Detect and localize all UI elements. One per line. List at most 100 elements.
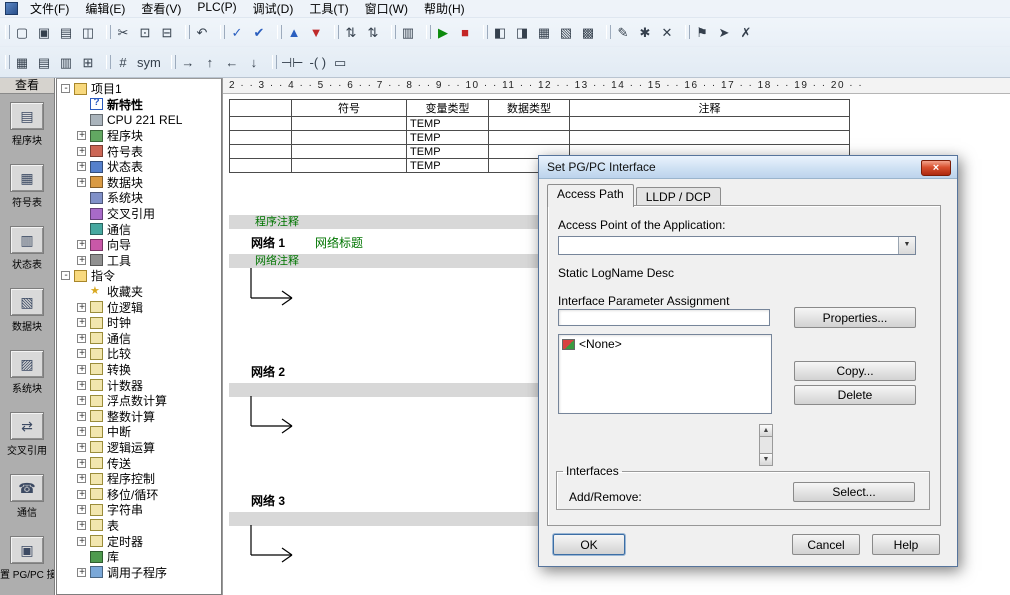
cell-symbol[interactable] bbox=[292, 159, 407, 173]
tree-item-project[interactable]: 项目1 bbox=[57, 81, 221, 97]
expand-icon[interactable] bbox=[77, 162, 86, 171]
bookmark-toggle[interactable]: ⚑ bbox=[691, 21, 713, 43]
expand-icon[interactable] bbox=[77, 427, 86, 436]
tree-item-wizards[interactable]: 向导 bbox=[57, 237, 221, 253]
cut[interactable]: ✂ bbox=[112, 21, 134, 43]
expand-icon[interactable] bbox=[77, 459, 86, 468]
bookmark-next[interactable]: ➤ bbox=[713, 21, 735, 43]
insert-box[interactable]: ▭ bbox=[329, 51, 351, 73]
tree-item-tools[interactable]: 工具 bbox=[57, 253, 221, 269]
line-up[interactable]: ↑ bbox=[199, 51, 221, 73]
expand-icon[interactable] bbox=[77, 412, 86, 421]
cell[interactable] bbox=[230, 117, 292, 131]
network-2-header[interactable]: 网络 2 bbox=[251, 363, 285, 380]
open-file[interactable]: ▣ bbox=[33, 21, 55, 43]
tree-item-status-chart[interactable]: 状态表 bbox=[57, 159, 221, 175]
toggle-symbol-info-table[interactable]: ▥ bbox=[55, 51, 77, 73]
compile[interactable]: ✓ bbox=[226, 21, 248, 43]
tree-item-convert[interactable]: 转换 bbox=[57, 362, 221, 378]
menu-item[interactable]: PLC(P) bbox=[189, 0, 244, 18]
nav-program-block[interactable]: ▤ 程序块 bbox=[0, 94, 54, 156]
write-values[interactable]: ✎ bbox=[612, 21, 634, 43]
expand-icon[interactable] bbox=[77, 505, 86, 514]
network-3-header[interactable]: 网络 3 bbox=[251, 492, 285, 509]
stop[interactable]: ■ bbox=[454, 21, 476, 43]
tree-item-communications-instr[interactable]: 通信 bbox=[57, 331, 221, 347]
expand-icon[interactable] bbox=[77, 334, 86, 343]
expand-icon[interactable] bbox=[77, 474, 86, 483]
nav-status-chart[interactable]: ▥ 状态表 bbox=[0, 218, 54, 280]
force-values[interactable]: ✱ bbox=[634, 21, 656, 43]
line-down[interactable]: ↓ bbox=[243, 51, 265, 73]
trend-display[interactable]: ▧ bbox=[555, 21, 577, 43]
run[interactable]: ▶ bbox=[432, 21, 454, 43]
copy-button[interactable]: Copy... bbox=[794, 361, 916, 381]
nav-symbol-table[interactable]: ▦ 符号表 bbox=[0, 156, 54, 218]
tree-item-move[interactable]: 传送 bbox=[57, 455, 221, 471]
insert-coil[interactable]: -( ) bbox=[307, 51, 330, 73]
chevron-down-icon[interactable] bbox=[898, 237, 915, 254]
tree-item-clock[interactable]: 时钟 bbox=[57, 315, 221, 331]
cancel-button[interactable]: Cancel bbox=[792, 534, 860, 555]
expand-icon[interactable] bbox=[77, 490, 86, 499]
delete-button[interactable]: Delete bbox=[794, 385, 916, 405]
list-scrollbar[interactable] bbox=[759, 424, 773, 466]
menu-item[interactable]: 编辑(E) bbox=[77, 0, 133, 18]
toggle-pou-comments[interactable]: ▦ bbox=[11, 51, 33, 73]
chart-status[interactable]: ▦ bbox=[533, 21, 555, 43]
expand-icon[interactable] bbox=[77, 381, 86, 390]
line-left[interactable]: ← bbox=[221, 51, 243, 73]
tree-item-system-block[interactable]: 系统块 bbox=[57, 190, 221, 206]
expand-icon[interactable] bbox=[77, 147, 86, 156]
toggle-addressing[interactable]: ⊞ bbox=[77, 51, 99, 73]
expand-icon[interactable] bbox=[77, 131, 86, 140]
undo[interactable]: ↶ bbox=[191, 21, 213, 43]
cell-comment[interactable] bbox=[570, 117, 850, 131]
tree-item-bit-logic[interactable]: 位逻辑 bbox=[57, 299, 221, 315]
cell-symbol[interactable] bbox=[292, 131, 407, 145]
expand-icon[interactable] bbox=[77, 256, 86, 265]
expand-icon[interactable] bbox=[77, 396, 86, 405]
tree-item-counters[interactable]: 计数器 bbox=[57, 377, 221, 393]
sort-ascending[interactable]: ⇅ bbox=[340, 21, 362, 43]
paste[interactable]: ⊟ bbox=[156, 21, 178, 43]
pause-chart[interactable]: ▩ bbox=[577, 21, 599, 43]
expand-icon[interactable] bbox=[77, 521, 86, 530]
cell-var-type[interactable]: TEMP bbox=[407, 131, 489, 145]
tree-item-communications[interactable]: 通信 bbox=[57, 221, 221, 237]
cell-symbol[interactable] bbox=[292, 117, 407, 131]
menu-item[interactable]: 调试(D) bbox=[245, 0, 302, 18]
network-2-rung-wire[interactable] bbox=[245, 396, 305, 436]
close-icon[interactable]: × bbox=[921, 160, 951, 176]
unforce-values[interactable]: ✕ bbox=[656, 21, 678, 43]
interface-assignment-input[interactable] bbox=[558, 309, 770, 326]
tree-item-symbol-table[interactable]: 符号表 bbox=[57, 143, 221, 159]
download[interactable]: ▼ bbox=[305, 21, 327, 43]
network-title[interactable]: 网络标题 bbox=[315, 236, 363, 250]
toggle-network-comments[interactable]: ▤ bbox=[33, 51, 55, 73]
properties-button[interactable]: Properties... bbox=[794, 307, 916, 328]
sort-descending[interactable]: ⇅ bbox=[362, 21, 384, 43]
tree-item-cpu[interactable]: CPU 221 REL bbox=[57, 112, 221, 128]
collapse-icon[interactable] bbox=[61, 84, 70, 93]
interface-list-item[interactable]: <None> bbox=[559, 335, 771, 353]
tree-item-favorites[interactable]: 收藏夹 bbox=[57, 284, 221, 300]
print-preview[interactable]: ◫ bbox=[77, 21, 99, 43]
ok-button[interactable]: OK bbox=[553, 534, 625, 555]
menu-item[interactable]: 工具(T) bbox=[301, 0, 356, 18]
tab-lldp-dcp[interactable]: LLDP / DCP bbox=[636, 187, 721, 207]
expand-icon[interactable] bbox=[77, 568, 86, 577]
expand-icon[interactable] bbox=[77, 303, 86, 312]
nav-set-pg-pc-interface[interactable]: ▣ 置 PG/PC 接口 bbox=[0, 528, 54, 590]
menu-item[interactable]: 查看(V) bbox=[133, 0, 189, 18]
tree-item-integer-math[interactable]: 整数计算 bbox=[57, 408, 221, 424]
compile-all[interactable]: ✔ bbox=[248, 21, 270, 43]
expand-icon[interactable] bbox=[77, 318, 86, 327]
tree-item-program-block[interactable]: 程序块 bbox=[57, 128, 221, 144]
pause-program-status[interactable]: ◨ bbox=[511, 21, 533, 43]
print[interactable]: ▤ bbox=[55, 21, 77, 43]
expand-icon[interactable] bbox=[77, 365, 86, 374]
cell-var-type[interactable]: TEMP bbox=[407, 159, 489, 173]
nav-data-block[interactable]: ▧ 数据块 bbox=[0, 280, 54, 342]
upload[interactable]: ▲ bbox=[283, 21, 305, 43]
